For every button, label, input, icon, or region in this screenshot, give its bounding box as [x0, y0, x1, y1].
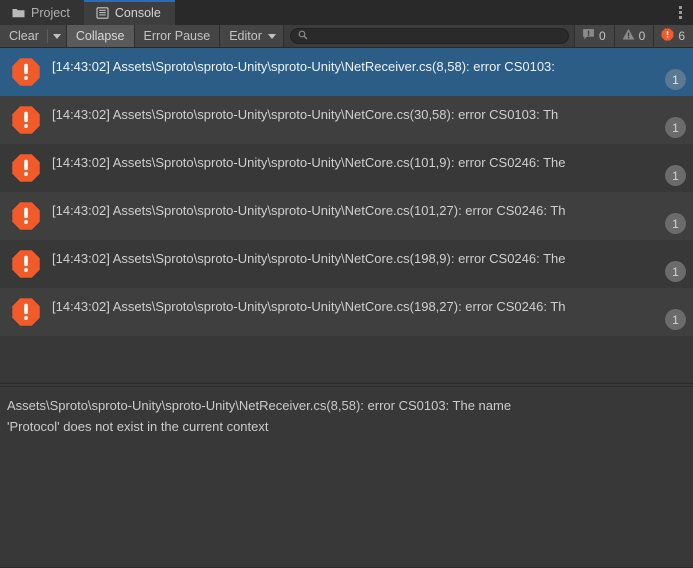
console-toolbar: Clear Collapse Error Pause Editor 0 0 6: [0, 25, 693, 48]
kebab-dot: [678, 6, 682, 9]
clear-dropdown-button[interactable]: [48, 25, 66, 47]
error-count-value: 6: [678, 29, 685, 43]
clear-button[interactable]: Clear: [0, 25, 47, 47]
error-octagon-icon: [11, 201, 41, 231]
log-row-count-badge: 1: [665, 261, 686, 282]
tab-strip-spacer: [174, 0, 667, 25]
log-row-message: [14:43:02] Assets\Sproto\sproto-Unity\sp…: [52, 155, 566, 170]
folder-icon: [12, 7, 25, 19]
error-octagon-icon: [661, 28, 674, 44]
search-icon: [298, 29, 308, 43]
error-count[interactable]: 6: [653, 25, 693, 47]
log-row-message: [14:43:02] Assets\Sproto\sproto-Unity\sp…: [52, 107, 559, 122]
search-area: [283, 25, 574, 47]
log-row-message: [14:43:02] Assets\Sproto\sproto-Unity\sp…: [52, 251, 566, 266]
log-row-count-badge: 1: [665, 69, 686, 90]
tab-console-label: Console: [114, 5, 161, 20]
log-row[interactable]: [14:43:02] Assets\Sproto\sproto-Unity\sp…: [0, 240, 693, 288]
clear-button-group[interactable]: Clear: [0, 25, 67, 47]
log-detail-text: Assets\Sproto\sproto-Unity\sproto-Unity\…: [7, 398, 512, 434]
error-octagon-icon: [11, 249, 41, 279]
console-log-list[interactable]: [14:43:02] Assets\Sproto\sproto-Unity\sp…: [0, 48, 693, 383]
editor-dropdown-label: Editor: [229, 29, 262, 43]
log-row-count-badge: 1: [665, 213, 686, 234]
error-octagon-icon: [11, 105, 41, 135]
log-row[interactable]: [14:43:02] Assets\Sproto\sproto-Unity\sp…: [0, 96, 693, 144]
log-row[interactable]: [14:43:02] Assets\Sproto\sproto-Unity\sp…: [0, 144, 693, 192]
search-input[interactable]: [312, 30, 561, 42]
chevron-down-icon: [52, 33, 61, 39]
error-octagon-icon: [11, 153, 41, 183]
error-octagon-icon: [11, 57, 41, 87]
log-row-count-badge: 1: [665, 309, 686, 330]
tab-strip: Project Console: [0, 0, 693, 25]
warning-triangle-icon: [622, 28, 635, 44]
log-row-message: [14:43:02] Assets\Sproto\sproto-Unity\sp…: [52, 203, 566, 218]
warning-count[interactable]: 0: [613, 25, 654, 47]
tab-console[interactable]: Console: [83, 0, 175, 25]
collapse-toggle[interactable]: Collapse: [66, 25, 135, 47]
kebab-dot: [678, 11, 682, 14]
log-row-count-badge: 1: [665, 117, 686, 138]
tab-project-label: Project: [31, 5, 70, 20]
kebab-dot: [678, 16, 682, 19]
log-row-message: [14:43:02] Assets\Sproto\sproto-Unity\sp…: [52, 59, 555, 74]
editor-dropdown[interactable]: Editor: [220, 25, 284, 47]
kebab-menu-icon[interactable]: [667, 0, 693, 25]
search-field[interactable]: [289, 28, 569, 44]
chevron-down-icon: [267, 33, 276, 39]
log-bubble-icon: [582, 28, 595, 44]
unity-console-window: Project Console Clear Collapse Error Pau…: [0, 0, 693, 568]
log-row-count-badge: 1: [665, 165, 686, 186]
log-row[interactable]: [14:43:02] Assets\Sproto\sproto-Unity\sp…: [0, 192, 693, 240]
error-octagon-icon: [11, 297, 41, 327]
error-pause-toggle[interactable]: Error Pause: [134, 25, 221, 47]
message-counters: 0 0 6: [573, 25, 693, 47]
log-row-message: [14:43:02] Assets\Sproto\sproto-Unity\sp…: [52, 299, 566, 314]
log-detail-panel[interactable]: Assets\Sproto\sproto-Unity\sproto-Unity\…: [0, 387, 693, 568]
warning-count-value: 0: [638, 29, 646, 43]
log-row[interactable]: [14:43:02] Assets\Sproto\sproto-Unity\sp…: [0, 288, 693, 336]
tab-project[interactable]: Project: [0, 0, 84, 25]
console-icon: [96, 6, 109, 19]
log-row[interactable]: [14:43:02] Assets\Sproto\sproto-Unity\sp…: [0, 48, 693, 96]
log-count-value: 0: [598, 29, 606, 43]
log-count[interactable]: 0: [573, 25, 614, 47]
